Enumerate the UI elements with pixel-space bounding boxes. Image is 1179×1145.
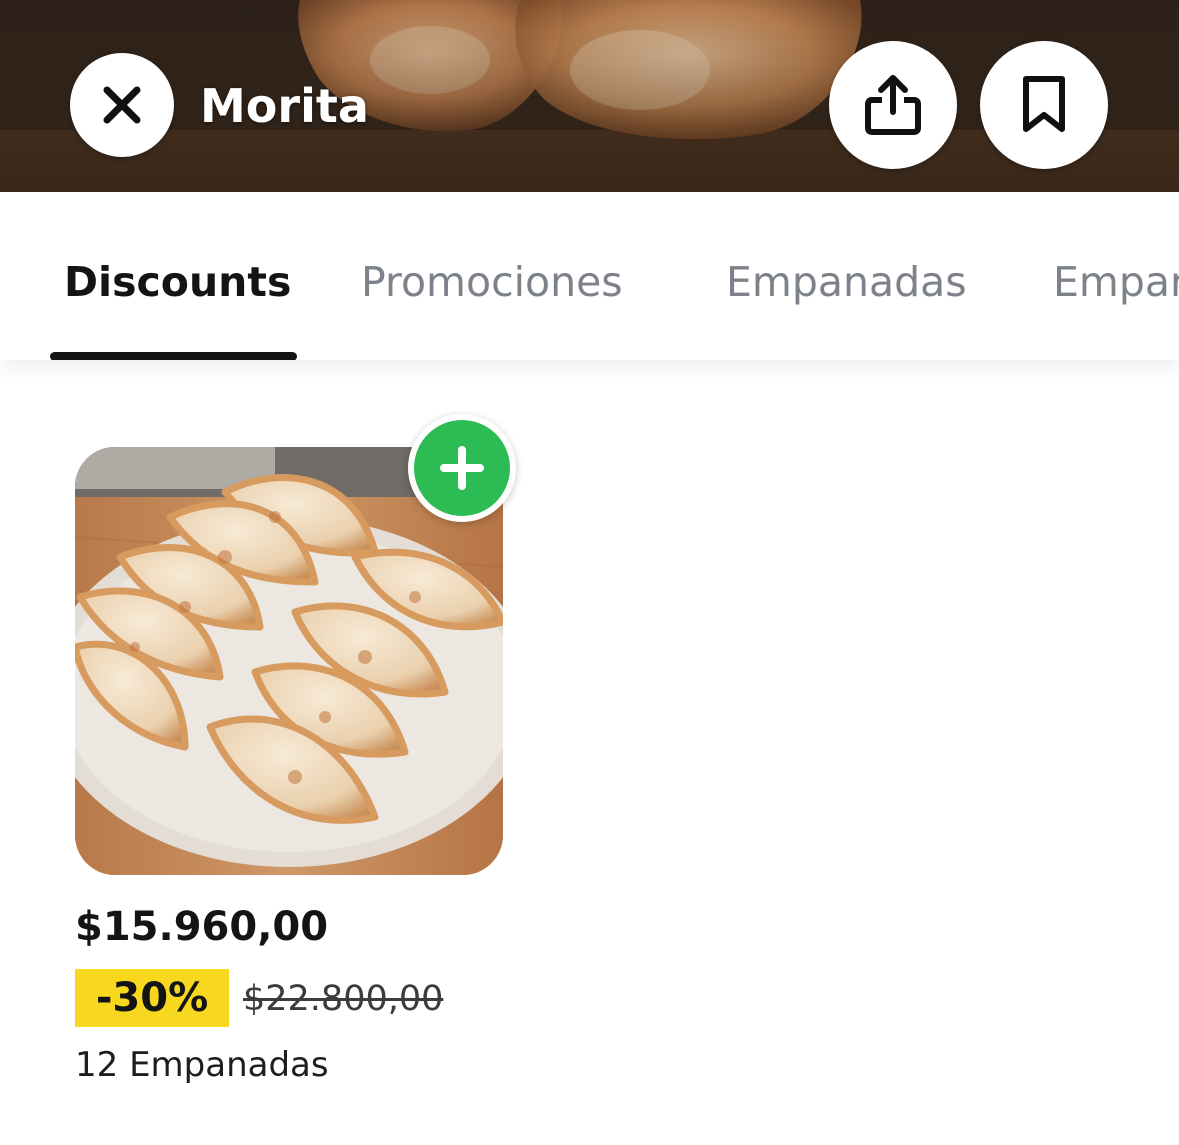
category-tabs: Discounts Promociones Empanadas Empar (0, 192, 1179, 360)
close-button[interactable] (70, 53, 174, 157)
bookmark-icon (1023, 76, 1065, 132)
product-name: 12 Empanadas (75, 1045, 329, 1085)
product-price: $15.960,00 (75, 904, 329, 950)
tab-promociones[interactable]: Promociones (361, 252, 623, 312)
add-to-cart-button[interactable] (408, 414, 516, 522)
close-icon (103, 86, 141, 124)
store-name: Morita (200, 79, 369, 133)
tab-discounts[interactable]: Discounts (64, 252, 291, 312)
tab-empanadas[interactable]: Empanadas (726, 252, 967, 312)
original-price: $22.800,00 (243, 979, 444, 1019)
tab-empanadas-more[interactable]: Empar (1053, 252, 1179, 312)
bookmark-button[interactable] (980, 41, 1108, 169)
plus-icon (440, 446, 484, 490)
discount-badge: -30% (75, 969, 229, 1027)
store-header: Morita (0, 0, 1179, 192)
product-card[interactable]: $15.960,00 -30% $22.800,00 12 Empanadas (75, 414, 535, 1094)
share-button[interactable] (829, 41, 957, 169)
active-tab-indicator (50, 352, 297, 360)
share-icon (865, 75, 921, 135)
